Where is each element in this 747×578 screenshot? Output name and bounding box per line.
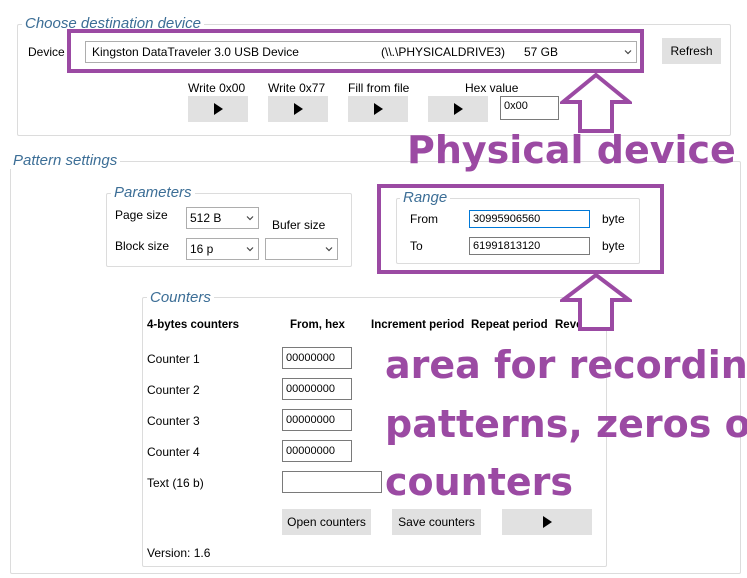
run-counters-button[interactable]: [502, 509, 592, 535]
chevron-down-icon: [246, 216, 254, 221]
page-size-label: Page size: [115, 208, 168, 222]
block-size-value: 16 p: [190, 242, 214, 256]
play-icon: [453, 103, 463, 115]
up-arrow-device-icon: [560, 72, 632, 133]
hex-value-label: Hex value: [465, 81, 519, 95]
write-77-label: Write 0x77: [268, 81, 326, 95]
device-highlight: [67, 29, 644, 73]
from-hex-header: From, hex: [290, 319, 345, 331]
counter-1-label: Counter 1: [147, 352, 200, 366]
counters-header: 4-bytes counters: [147, 319, 240, 331]
repeat-period-header: Repeat period: [471, 319, 548, 331]
counter-2-label: Counter 2: [147, 383, 200, 397]
parameters-legend: Parameters: [111, 184, 195, 201]
counter-2-input[interactable]: 00000000: [282, 378, 352, 400]
increment-period-header: Increment period: [371, 319, 465, 331]
counter-4-input[interactable]: 00000000: [282, 440, 352, 462]
page-size-value: 512 B: [190, 211, 222, 225]
area-annotation-line2: patterns, zeros or: [385, 402, 747, 446]
play-icon: [213, 103, 223, 115]
counter-3-input[interactable]: 00000000: [282, 409, 352, 431]
chevron-down-icon: [325, 247, 333, 252]
refresh-button[interactable]: Refresh: [662, 38, 721, 64]
write-00-button[interactable]: [188, 96, 248, 122]
hex-write-button[interactable]: [428, 96, 488, 122]
page-size-select[interactable]: 512 B: [186, 207, 259, 229]
fill-from-file-button[interactable]: [348, 96, 408, 122]
play-icon: [293, 103, 303, 115]
block-size-label: Block size: [115, 239, 170, 253]
physical-device-annotation: Physical device: [407, 128, 736, 172]
open-counters-button[interactable]: Open counters: [282, 509, 371, 535]
text-16b-input[interactable]: [282, 471, 382, 493]
counter-3-label: Counter 3: [147, 414, 200, 428]
counter-1-input[interactable]: 00000000: [282, 347, 352, 369]
play-icon: [542, 516, 552, 528]
up-arrow-range-icon: [560, 272, 632, 331]
block-size-select[interactable]: 16 p: [186, 238, 259, 260]
text-16b-label: Text (16 b): [147, 476, 204, 490]
area-annotation-line1: area for recording: [385, 343, 747, 387]
buffer-size-select[interactable]: [265, 238, 338, 260]
range-highlight: [377, 184, 664, 274]
buffer-size-label: Bufer size: [272, 218, 326, 232]
pattern-legend: Pattern settings: [10, 152, 121, 169]
hex-value-input[interactable]: 0x00: [500, 96, 559, 120]
write-77-button[interactable]: [268, 96, 328, 122]
play-icon: [373, 103, 383, 115]
save-counters-button[interactable]: Save counters: [392, 509, 481, 535]
version-label: Version: 1.6: [147, 546, 211, 560]
device-label: Device: [28, 45, 65, 59]
fill-from-file-label: Fill from file: [348, 81, 410, 95]
write-00-label: Write 0x00: [188, 81, 246, 95]
chevron-down-icon: [246, 247, 254, 252]
area-annotation-line3: counters: [385, 460, 574, 504]
counter-4-label: Counter 4: [147, 445, 200, 459]
counters-legend: Counters: [147, 289, 214, 306]
